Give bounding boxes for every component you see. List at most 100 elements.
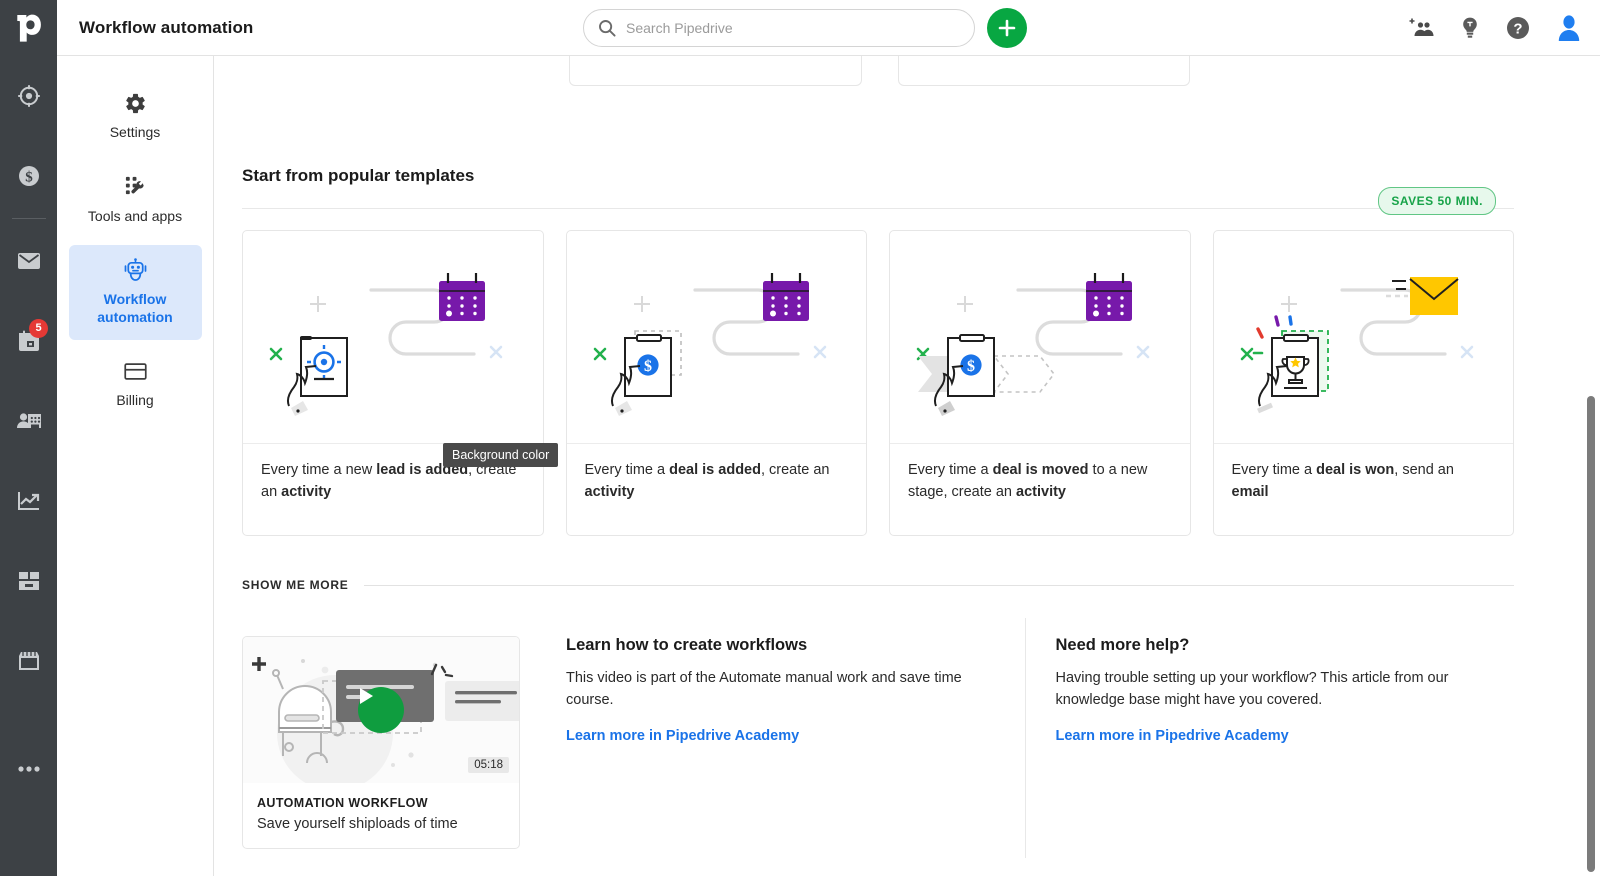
svg-text:$: $ [644,358,652,375]
card-illustration: $ [890,231,1190,443]
lightbulb-idea-icon [1463,17,1477,38]
search-input[interactable] [626,20,960,36]
rail-item-leads[interactable] [0,56,57,136]
account-avatar-button[interactable] [1556,14,1582,42]
template-cards: SAVES 30 MIN. Every time a new lead is a… [242,187,1514,536]
card-illustration: $ [567,231,867,443]
credit-card-icon [75,358,196,384]
section-divider [242,208,1514,209]
mail-envelope-icon [17,253,40,269]
help-panel-learn: Learn how to create workflows This video… [520,618,1025,858]
search-wrapper [583,9,975,47]
card-description: Every time a deal is moved to a new stag… [908,462,1148,500]
contacts-icon [16,413,41,428]
rail-item-marketplace[interactable] [0,621,57,701]
show-me-more-button[interactable]: SHOW ME MORE [242,578,348,592]
main-content: Start from popular templates Every time … [214,56,1600,876]
rail-item-mail[interactable] [0,221,57,301]
help-panel-title: Learn how to create workflows [566,636,808,654]
video-kicker: AUTOMATION WORKFLOW [257,796,428,810]
help-button[interactable]: ? [1506,16,1530,40]
search-box[interactable] [583,9,975,47]
gear-icon [75,90,196,116]
insights-chart-icon [17,492,39,510]
video-meta: AUTOMATION WORKFLOW Save yourself shiplo… [243,783,519,848]
topbar-actions: ? [1408,0,1582,56]
video-card[interactable]: 05:18 AUTOMATION WORKFLOW Save yourself … [242,636,520,849]
deal-added-calendar-illustration: $ [593,273,826,416]
svg-text:?: ? [1513,21,1522,38]
deals-dollar-icon: $ [18,166,39,186]
plus-icon [998,19,1016,37]
show-me-more-row: SHOW ME MORE [242,578,1514,592]
svg-text:$: $ [967,358,975,375]
activities-badge: 5 [29,319,48,338]
rail-item-more[interactable] [0,729,57,809]
main-scrollbar-thumb[interactable] [1587,396,1595,872]
show-me-more-divider [364,584,1514,586]
rail-item-deals[interactable]: $ [0,136,57,216]
help-question-icon: ? [1507,17,1529,39]
robot-icon [75,257,196,283]
card-illustration [243,231,543,443]
video-title: Save yourself shiploads of time [257,816,458,832]
help-panel-link[interactable]: Learn more in Pipedrive Academy [1056,728,1289,744]
more-dots-icon [17,766,40,772]
user-avatar-icon [1558,15,1580,41]
pipedrive-logo[interactable] [0,0,57,56]
sidebar-item-label: Workflow automation [97,291,173,325]
card-description: Every time a deal is won, send an email [1231,462,1454,500]
deal-moved-calendar-illustration: $ [916,273,1150,416]
rail-item-products[interactable] [0,541,57,621]
video-thumbnail[interactable]: 05:18 [243,637,519,783]
template-card[interactable]: $ SAVES 30 MIN. Every time a deal is mov… [889,187,1496,536]
deal-won-email-illustration [1240,277,1473,414]
card-illustration [1214,231,1514,443]
section-title: Start from popular templates [242,166,475,185]
background-color-tooltip: Background color [443,443,559,467]
rail-divider [11,218,46,219]
help-panel-link[interactable]: Learn more in Pipedrive Academy [566,728,799,744]
rail-item-insights[interactable] [0,461,57,541]
add-new-button[interactable] [987,8,1027,48]
play-button[interactable] [358,687,404,733]
help-panel-body: This video is part of the Automate manua… [566,670,962,709]
sidebar-item-label: Settings [109,124,161,140]
help-panel-title: Need more help? [1055,636,1190,654]
scrolled-card[interactable] [568,56,862,86]
leads-target-icon [17,85,40,107]
help-panel-support: Need more help? Having trouble setting u… [1024,618,1515,858]
tools-wrench-icon [75,174,196,200]
svg-text:$: $ [25,170,33,186]
help-panel-body: Having trouble setting up your workflow?… [1055,670,1449,709]
add-people-icon [1409,18,1434,36]
template-card[interactable]: $ SAVES 30 MIN. Every time a deal is add… [565,187,1496,536]
template-card[interactable]: SAVES 50 MIN. Every time a deal is won, … [1212,187,1514,536]
rail-item-contacts[interactable] [0,381,57,461]
template-card[interactable]: SAVES 30 MIN. Every time a new lead is a… [242,187,1496,536]
video-column: 05:18 AUTOMATION WORKFLOW Save yourself … [242,618,520,858]
play-icon [360,688,373,704]
lead-added-calendar-illustration [269,273,503,416]
add-people-button[interactable] [1408,17,1434,39]
sidebar-item-label: Tools and apps [87,207,183,224]
video-duration: 05:18 [468,757,509,773]
bottom-panel: 05:18 AUTOMATION WORKFLOW Save yourself … [242,618,1514,858]
page-title: Workflow automation [79,17,254,37]
scrolled-cards-row [214,56,1545,86]
primary-nav-rail: $ 5 [0,0,57,876]
app-root: $ 5 Workflow automation Search Pipedrive… [0,0,1600,876]
whats-new-button[interactable] [1460,16,1480,40]
sidebar-item-workflow-automation[interactable]: Workflow automation [68,245,202,340]
sidebar-item-settings[interactable]: Settings [69,78,202,156]
main-scrollbar-track[interactable] [1585,112,1597,876]
settings-subnav: Settings Tools and apps Workflow automat… [57,56,214,876]
products-box-icon [18,572,39,590]
card-description: Every time a deal is added, create an ac… [584,462,830,500]
rail-item-activities[interactable]: 5 [0,301,57,381]
top-bar: Workflow automation Search Pipedrive ? [57,0,1600,56]
sidebar-item-billing[interactable]: Billing [69,346,202,424]
sidebar-item-tools-and-apps[interactable]: Tools and apps [69,162,202,240]
scrolled-card[interactable] [897,56,1191,86]
search-icon [599,20,616,37]
